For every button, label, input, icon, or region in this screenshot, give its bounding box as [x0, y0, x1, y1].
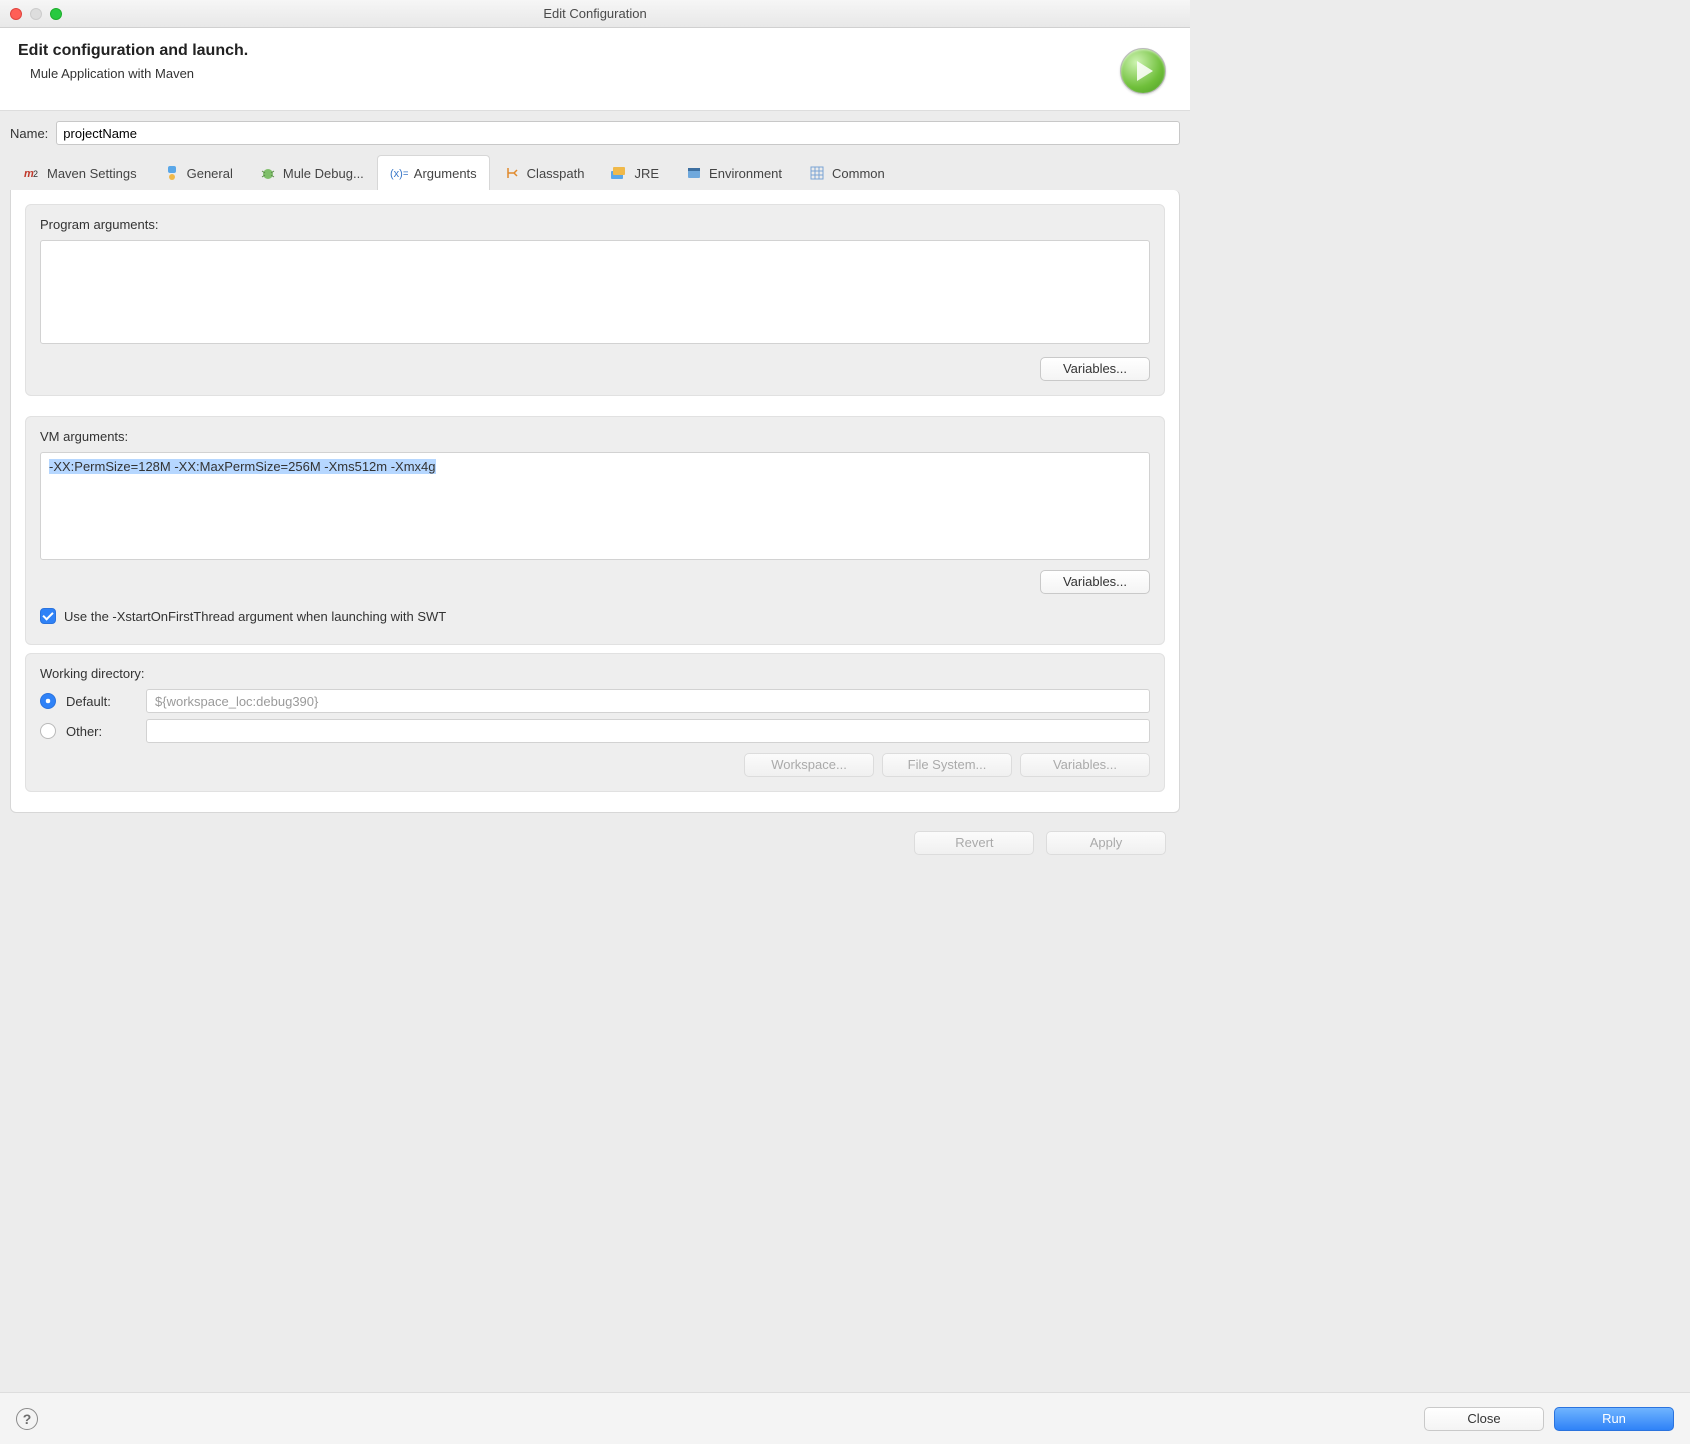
- wd-default-field: [146, 689, 1150, 713]
- tab-label: Environment: [709, 166, 782, 181]
- bottom-bar: ? Close Run: [0, 1392, 1690, 1444]
- wd-other-label: Other:: [66, 724, 136, 739]
- swt-thread-label: Use the -XstartOnFirstThread argument wh…: [64, 609, 446, 624]
- tab-jre[interactable]: JRE: [597, 155, 672, 190]
- name-input[interactable]: [56, 121, 1180, 145]
- revert-button: Revert: [914, 831, 1034, 855]
- tab-mule-debug[interactable]: Mule Debug...: [246, 155, 377, 190]
- name-label: Name:: [10, 126, 48, 141]
- vm-arguments-label: VM arguments:: [40, 429, 1150, 444]
- wd-variables-button: Variables...: [1020, 753, 1150, 777]
- wd-workspace-button: Workspace...: [744, 753, 874, 777]
- dialog-header: Edit configuration and launch. Mule Appl…: [0, 28, 1190, 111]
- tab-bar: m2 Maven Settings General Mule Debug... …: [10, 155, 1180, 190]
- run-button[interactable]: Run: [1554, 1407, 1674, 1431]
- close-window-dot[interactable]: [10, 8, 22, 20]
- common-icon: [808, 164, 826, 182]
- wd-other-radio[interactable]: [40, 723, 56, 739]
- apply-button: Apply: [1046, 831, 1166, 855]
- wd-other-field[interactable]: [146, 719, 1150, 743]
- tab-environment[interactable]: Environment: [672, 155, 795, 190]
- tab-label: Common: [832, 166, 885, 181]
- classpath-icon: [503, 164, 521, 182]
- tab-arguments[interactable]: (x)= Arguments: [377, 155, 490, 190]
- tab-label: JRE: [634, 166, 659, 181]
- header-subtitle: Mule Application with Maven: [30, 66, 248, 81]
- program-arguments-label: Program arguments:: [40, 217, 1150, 232]
- wd-default-label: Default:: [66, 694, 136, 709]
- wd-filesystem-button: File System...: [882, 753, 1012, 777]
- close-button[interactable]: Close: [1424, 1407, 1544, 1431]
- program-args-variables-button[interactable]: Variables...: [1040, 357, 1150, 381]
- titlebar: Edit Configuration: [0, 0, 1190, 28]
- environment-icon: [685, 164, 703, 182]
- vm-arguments-group: VM arguments: -XX:PermSize=128M -XX:MaxP…: [25, 416, 1165, 645]
- tab-general[interactable]: General: [150, 155, 246, 190]
- bug-icon: [259, 164, 277, 182]
- zoom-window-dot[interactable]: [50, 8, 62, 20]
- tab-label: Mule Debug...: [283, 166, 364, 181]
- arguments-icon: (x)=: [390, 164, 408, 182]
- tab-label: Classpath: [527, 166, 585, 181]
- tab-label: Arguments: [414, 166, 477, 181]
- maven-icon: m2: [23, 164, 41, 182]
- wd-default-radio[interactable]: [40, 693, 56, 709]
- tab-label: Maven Settings: [47, 166, 137, 181]
- vm-args-variables-button[interactable]: Variables...: [1040, 570, 1150, 594]
- svg-text:(x)=: (x)=: [390, 168, 408, 180]
- tab-classpath[interactable]: Classpath: [490, 155, 598, 190]
- minimize-window-dot: [30, 8, 42, 20]
- window-traffic-lights: [10, 8, 62, 20]
- working-directory-group: Working directory: Default: Other: Works…: [25, 653, 1165, 792]
- run-icon: [1120, 48, 1166, 94]
- program-arguments-group: Program arguments: Variables...: [25, 204, 1165, 396]
- tab-maven-settings[interactable]: m2 Maven Settings: [10, 155, 150, 190]
- svg-text:2: 2: [33, 169, 38, 179]
- help-icon[interactable]: ?: [16, 1408, 38, 1430]
- general-icon: [163, 164, 181, 182]
- tab-common[interactable]: Common: [795, 155, 898, 190]
- swt-thread-checkbox[interactable]: [40, 608, 56, 624]
- tab-label: General: [187, 166, 233, 181]
- window-title: Edit Configuration: [0, 6, 1190, 21]
- vm-arguments-input[interactable]: -XX:PermSize=128M -XX:MaxPermSize=256M -…: [40, 452, 1150, 560]
- program-arguments-input[interactable]: [40, 240, 1150, 344]
- arguments-panel: Program arguments: Variables... VM argum…: [10, 190, 1180, 813]
- working-directory-label: Working directory:: [40, 666, 1150, 681]
- header-title: Edit configuration and launch.: [18, 42, 248, 60]
- jre-icon: [610, 164, 628, 182]
